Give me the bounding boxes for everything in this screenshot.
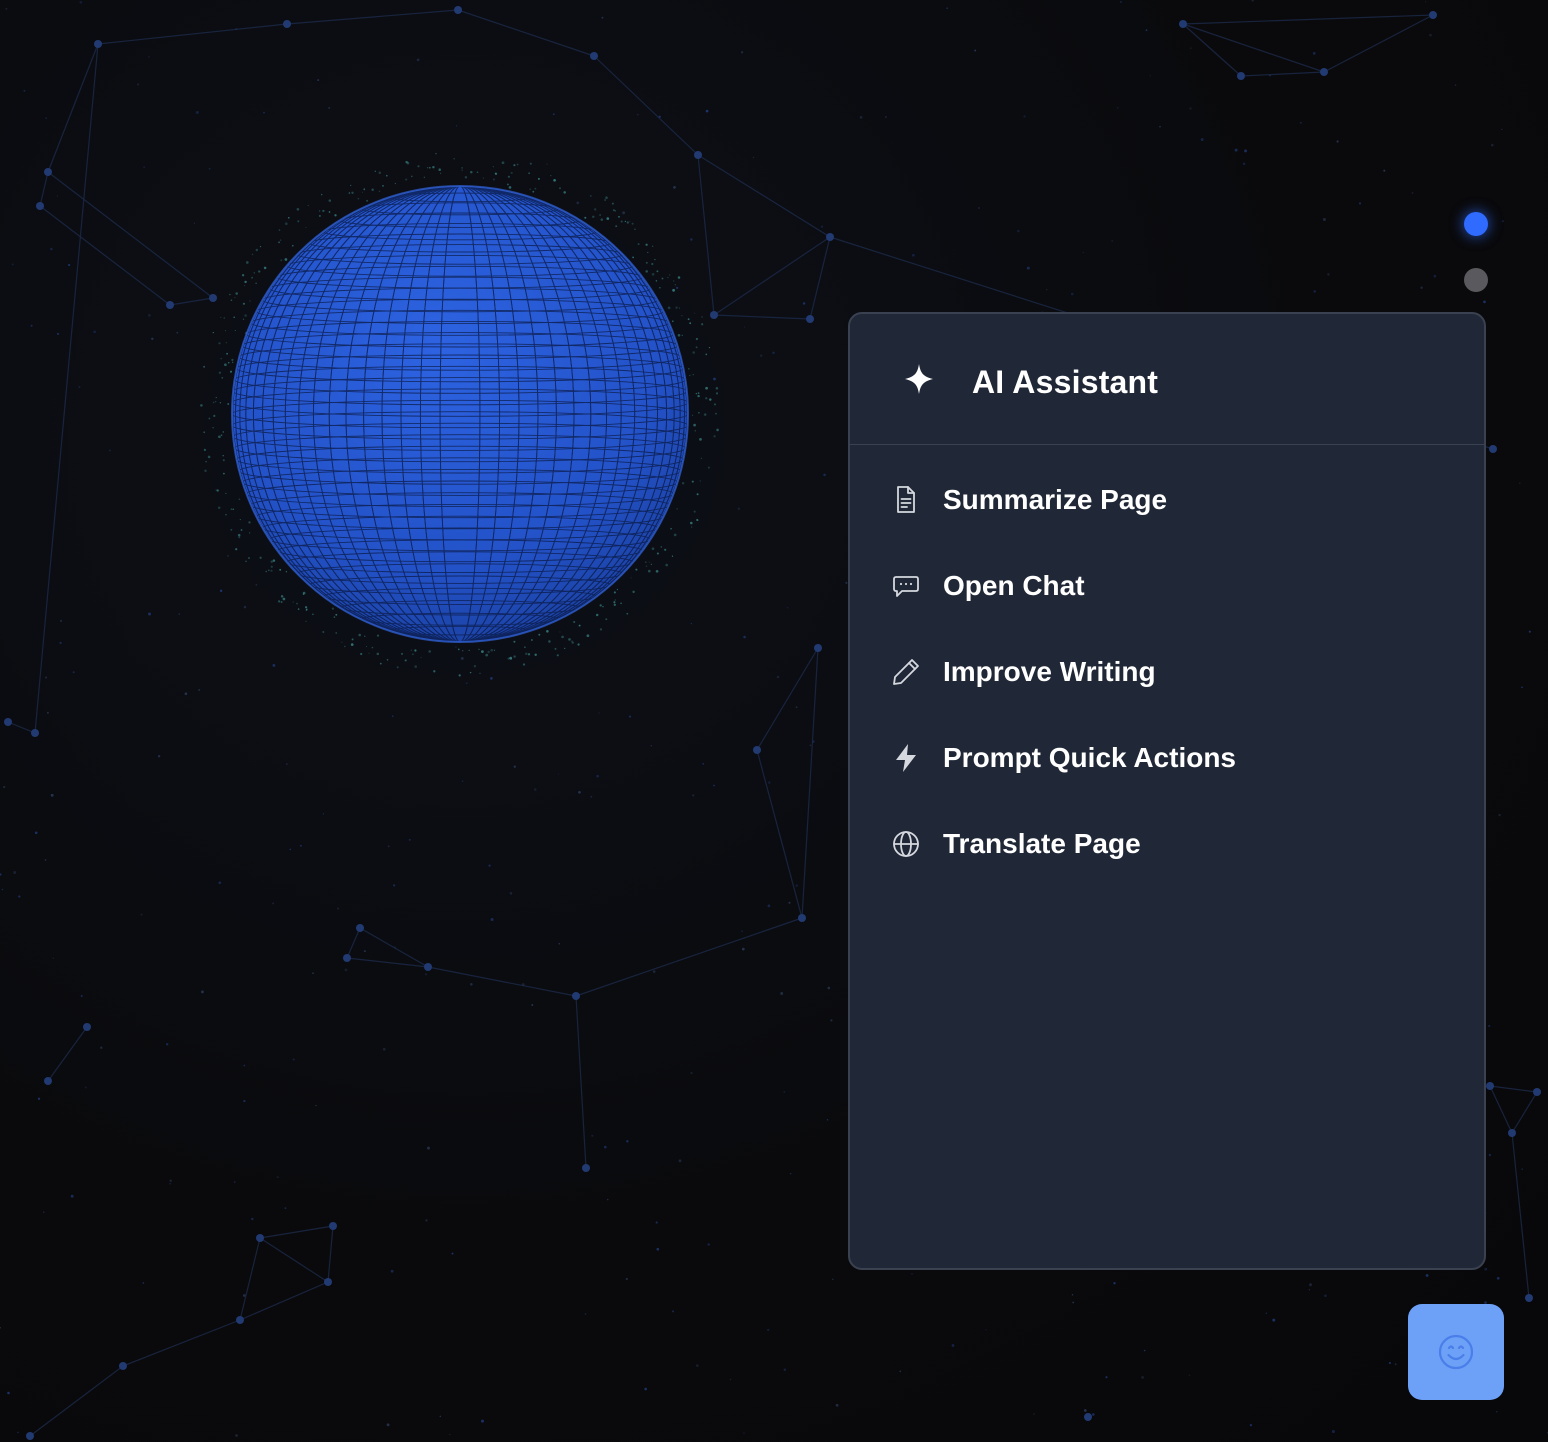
menu-item-prompt-quick-actions[interactable]: Prompt Quick Actions	[850, 722, 1484, 794]
menu-item-summarize-page[interactable]: Summarize Page	[850, 464, 1484, 536]
app-canvas: AI Assistant Summarize Page Open Chat Im…	[0, 0, 1548, 1442]
chat-bubble-icon	[893, 576, 919, 597]
lightning-icon	[896, 744, 916, 772]
document-icon	[897, 486, 915, 513]
menu-item-translate-page[interactable]: Translate Page	[850, 808, 1484, 880]
menu-item-label: Open Chat	[943, 570, 1085, 601]
smiley-icon	[1438, 1334, 1474, 1370]
sparkle-icon	[905, 364, 933, 394]
menu-item-label: Improve Writing	[943, 656, 1156, 687]
menu-item-improve-writing[interactable]: Improve Writing	[850, 636, 1484, 708]
panel-header: AI Assistant	[850, 314, 1484, 445]
page-indicator-active[interactable]	[1464, 212, 1488, 236]
menu-item-label: Prompt Quick Actions	[943, 742, 1237, 773]
panel-title: AI Assistant	[972, 364, 1159, 400]
page-indicator-inactive[interactable]	[1464, 268, 1488, 292]
pencil-icon	[893, 659, 919, 685]
menu-item-open-chat[interactable]: Open Chat	[850, 550, 1484, 622]
menu-item-label: Summarize Page	[943, 484, 1168, 515]
wireframe-globe	[200, 152, 719, 677]
menu-item-label: Translate Page	[943, 828, 1141, 859]
assistant-launcher-button[interactable]	[1408, 1304, 1504, 1400]
globe-icon	[893, 831, 919, 857]
ai-assistant-panel: AI Assistant Summarize Page Open Chat Im…	[848, 312, 1486, 1270]
